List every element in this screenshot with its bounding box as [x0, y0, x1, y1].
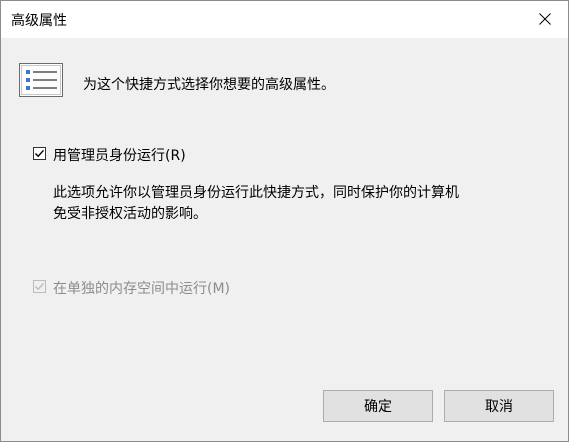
description-line: 免受非授权活动的影响。: [53, 206, 207, 222]
window-title: 高级属性: [11, 13, 67, 29]
title-bar: 高级属性: [1, 1, 568, 38]
cancel-button[interactable]: 取消: [444, 390, 554, 422]
close-button[interactable]: [522, 1, 568, 38]
ok-button[interactable]: 确定: [323, 390, 433, 422]
checklist-icon: [19, 63, 63, 101]
checkmark-icon: [35, 282, 45, 291]
close-icon: [539, 10, 551, 29]
run-as-admin-label[interactable]: 用管理员身份运行(R): [53, 145, 186, 165]
run-separate-memory-checkbox: [33, 280, 46, 293]
run-as-admin-checkbox[interactable]: [33, 147, 46, 160]
run-separate-memory-label: 在单独的内存空间中运行(M): [53, 281, 231, 297]
description-line: 此选项允许你以管理员身份运行此快捷方式，同时保护你的计算机: [53, 185, 459, 201]
run-as-admin-description: 此选项允许你以管理员身份运行此快捷方式，同时保护你的计算机 免受非授权活动的影响…: [53, 183, 523, 225]
advanced-properties-dialog: 高级属性 为这个快捷方式选择你想要的高级属性。 用管理员身份运行(R) 此选项允…: [0, 0, 569, 442]
checkmark-icon: [35, 149, 45, 158]
dialog-instruction: 为这个快捷方式选择你想要的高级属性。: [83, 77, 335, 93]
